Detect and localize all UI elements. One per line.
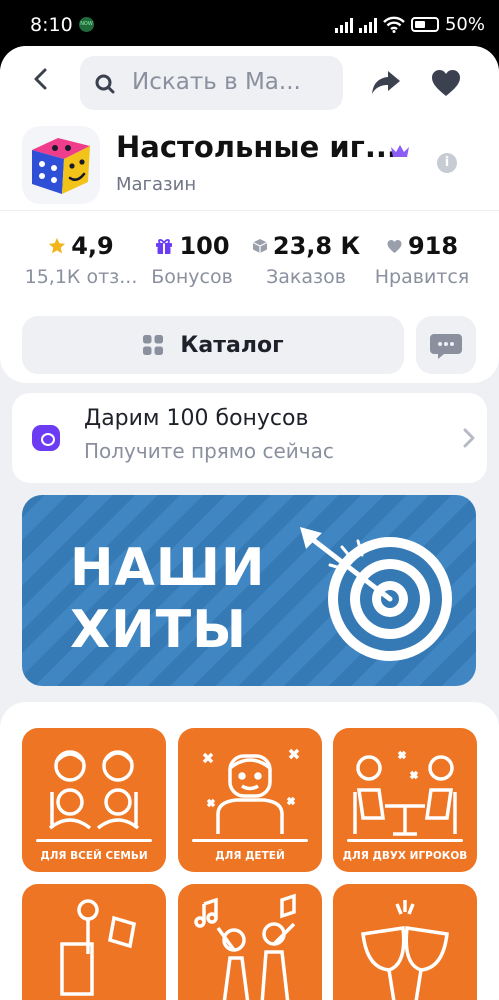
box-icon xyxy=(252,239,268,253)
stat-orders[interactable]: 23,8 К Заказов xyxy=(250,232,362,288)
stat-value: 23,8 К xyxy=(272,232,361,260)
category-tile-kids[interactable]: ДЛЯ ДЕТЕЙ xyxy=(178,728,322,872)
hits-banner[interactable]: НАШИ ХИТЫ xyxy=(22,495,476,686)
category-tile-4[interactable] xyxy=(22,884,166,1000)
shop-subtitle: Магазин xyxy=(116,174,197,195)
stat-value: 918 xyxy=(407,232,459,260)
gift-icon xyxy=(156,239,173,254)
app-notification-icon: NOW xyxy=(79,17,94,32)
favorite-heart-icon[interactable] xyxy=(430,68,462,98)
heart-icon xyxy=(387,239,402,253)
banner-line2: ХИТЫ xyxy=(70,600,247,660)
signal-icon xyxy=(358,17,377,33)
stat-label: 15,1К отз... xyxy=(24,266,138,288)
stat-bonuses[interactable]: 100 Бонусов xyxy=(142,232,242,288)
category-tile-5[interactable] xyxy=(178,884,322,1000)
chat-icon xyxy=(430,334,462,359)
puzzle-person-icon xyxy=(60,899,137,996)
category-label: ДЛЯ ДВУХ ИГРОКОВ xyxy=(342,850,468,862)
status-indicators: 50% xyxy=(334,14,485,35)
banner-title: НАШИ ХИТЫ xyxy=(70,537,266,661)
category-tile-6[interactable] xyxy=(333,884,477,1000)
category-tile-family[interactable]: ДЛЯ ВСЕЙ СЕМЬИ xyxy=(22,728,166,872)
crown-icon xyxy=(391,145,409,157)
tile-underline xyxy=(347,839,463,842)
status-time: 8:10 xyxy=(30,14,73,36)
info-icon[interactable]: i xyxy=(437,153,457,173)
category-label: ДЛЯ ВСЕЙ СЕМЬИ xyxy=(40,850,148,862)
shop-screen: Искать в Ма... Настольные иг... i Магази… xyxy=(0,46,499,1000)
search-input[interactable]: Искать в Ма... xyxy=(80,56,343,110)
back-icon[interactable] xyxy=(28,66,54,92)
stat-value: 4,9 xyxy=(71,232,114,260)
star-icon xyxy=(49,237,66,254)
cheers-glasses-icon xyxy=(361,900,449,1000)
stat-rating[interactable]: 4,9 15,1К отз... xyxy=(22,232,140,288)
bonus-coin-icon xyxy=(32,425,60,451)
target-arrow-icon xyxy=(300,527,452,661)
category-label: ДЛЯ ДЕТЕЙ xyxy=(215,850,285,862)
stat-likes[interactable]: 918 Нравится xyxy=(366,232,478,288)
tile-underline xyxy=(192,839,308,842)
search-icon xyxy=(95,74,115,94)
party-icon xyxy=(194,893,296,1000)
bonus-promo-banner[interactable]: Дарим 100 бонусов Получите прямо сейчас xyxy=(12,393,487,483)
stat-value: 100 xyxy=(179,232,230,260)
shop-name: Настольные иг... xyxy=(116,130,398,164)
bonus-subtitle: Получите прямо сейчас xyxy=(84,439,334,463)
banner-line1: НАШИ xyxy=(70,538,266,598)
dice-logo-icon xyxy=(32,138,90,194)
search-placeholder: Искать в Ма... xyxy=(132,69,301,95)
status-bar: 8:10 NOW 50% xyxy=(0,0,499,48)
battery-icon xyxy=(410,17,439,32)
share-icon[interactable] xyxy=(370,68,402,96)
catalog-label: Каталог xyxy=(180,332,284,358)
battery-percent: 50% xyxy=(444,14,485,35)
chat-button[interactable] xyxy=(416,316,476,374)
catalog-button[interactable]: Каталог xyxy=(22,316,404,374)
stat-label: Нравится xyxy=(374,266,470,288)
category-tile-two-players[interactable]: ДЛЯ ДВУХ ИГРОКОВ xyxy=(333,728,477,872)
stat-label: Заказов xyxy=(266,266,346,288)
shop-header-card: Искать в Ма... Настольные иг... i Магази… xyxy=(0,46,499,383)
divider xyxy=(0,210,499,211)
tile-underline xyxy=(36,839,152,842)
stat-label: Бонусов xyxy=(151,266,233,288)
signal-icon xyxy=(334,17,353,33)
shop-logo xyxy=(22,126,100,204)
categories-card: ДЛЯ ВСЕЙ СЕМЬИ ДЛЯ ДЕТЕЙ ДЛЯ ДВУХ ИГРОКО… xyxy=(0,702,499,1000)
chevron-right-icon xyxy=(463,428,475,448)
grid-icon xyxy=(143,335,164,355)
wifi-icon xyxy=(383,16,405,33)
bonus-title: Дарим 100 бонусов xyxy=(84,406,309,431)
